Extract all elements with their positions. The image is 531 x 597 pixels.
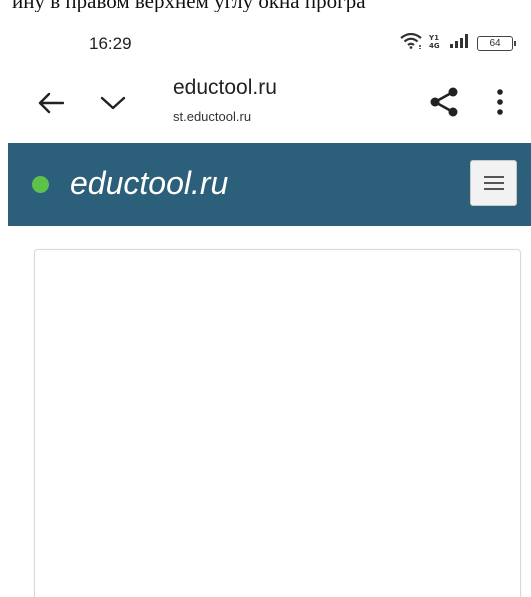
hd-signal-icon: Y1 4G (428, 33, 443, 54)
site-menu-button[interactable] (470, 160, 517, 206)
content-card (34, 249, 521, 597)
status-bar: 16:29 Y1 4G 64 (8, 12, 531, 56)
page-url: st.eductool.ru (173, 109, 252, 124)
svg-text:Y1: Y1 (429, 34, 439, 42)
status-time: 16:29 (89, 34, 132, 53)
battery-icon: 64 (477, 35, 516, 51)
page-title: eductool.ru (173, 76, 277, 99)
site-header: eductool.ru (8, 143, 531, 226)
more-options-button[interactable] (488, 84, 512, 120)
browser-toolbar: eductool.ru st.eductool.ru (8, 68, 531, 144)
battery-level: 64 (489, 37, 501, 49)
wifi-icon (400, 32, 422, 54)
back-arrow-icon (38, 92, 64, 114)
status-icons: Y1 4G 64 (400, 32, 516, 54)
share-button[interactable] (426, 84, 462, 120)
url-block[interactable]: eductool.ru st.eductool.ru (173, 76, 277, 124)
chevron-down-icon (100, 96, 126, 110)
share-icon (430, 87, 458, 117)
svg-text:4G: 4G (429, 42, 440, 49)
online-status-dot (32, 176, 49, 193)
cellular-signal-icon (450, 33, 470, 53)
back-button[interactable] (34, 86, 68, 120)
hamburger-menu-icon (483, 176, 504, 190)
site-logo[interactable]: eductool.ru (70, 165, 228, 202)
more-vert-icon (497, 89, 503, 115)
expand-button[interactable] (96, 86, 130, 120)
phone-screen: 16:29 Y1 4G 64 eductool.ru st.eductool.r… (8, 12, 531, 597)
screenshot: ину в правом верхнем углу окна програ 16… (0, 0, 531, 597)
